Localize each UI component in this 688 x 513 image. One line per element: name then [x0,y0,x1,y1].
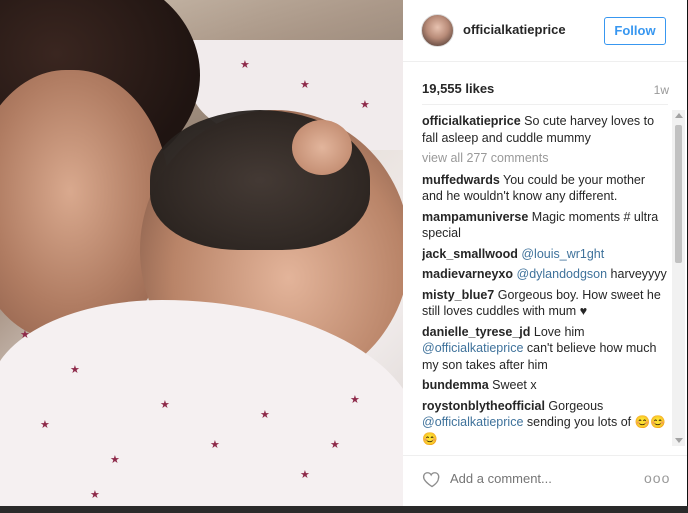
comment-username[interactable]: roystonblytheofficial [422,399,545,413]
post-modal: ★ ★ ★ ★ ★ ★ ★ ★ ★ ★ ★ ★ ★ ★ officialkati… [0,0,688,513]
comment-username[interactable]: danielle_tyrese_jd [422,325,530,339]
star-pattern: ★ [260,409,270,421]
post-meta: 19,555 likes 1w [422,81,669,97]
avatar[interactable] [421,14,454,47]
comment-footer: ooo [403,455,687,506]
post-details-panel: officialkatieprice Follow 19,555 likes 1… [403,0,687,506]
comments-scrollbar[interactable] [672,110,685,446]
comment-username[interactable]: jack_smallwood [422,247,518,261]
comment-item: danielle_tyrese_jd Love him @officialkat… [422,324,668,374]
scroll-thumb[interactable] [675,125,682,263]
comment-username[interactable]: madievarneyxo [422,267,513,281]
comment-username[interactable]: mampamuniverse [422,210,528,224]
comments-list[interactable]: officialkatieprice So cute harvey loves … [422,113,668,446]
caption-username[interactable]: officialkatieprice [422,114,521,128]
comment-item: misty_blue7 Gorgeous boy. How sweet he s… [422,287,668,320]
comment-text: Sweet x [488,378,537,392]
more-options-icon[interactable]: ooo [644,470,670,486]
post-age[interactable]: 1w [654,83,669,97]
follow-button[interactable]: Follow [604,17,666,45]
add-comment-input[interactable] [450,471,620,486]
comment-mention[interactable]: @dylandodgson [517,267,608,281]
star-pattern: ★ [300,469,310,481]
star-pattern: ★ [70,364,80,376]
star-pattern: ★ [300,79,310,91]
star-pattern: ★ [360,99,370,111]
star-pattern: ★ [110,454,120,466]
comment-username[interactable]: muffedwards [422,173,500,187]
comment-text: Love him [530,324,585,339]
comment-mention[interactable]: @officialkatieprice [422,415,523,429]
star-pattern: ★ [350,394,360,406]
post-username[interactable]: officialkatieprice [463,22,566,37]
scroll-down-arrow-icon[interactable] [675,438,683,443]
star-pattern: ★ [160,399,170,411]
comment-item: mampamuniverse Magic moments # ultra spe… [422,209,668,242]
star-pattern: ★ [90,489,100,501]
star-pattern: ★ [40,419,50,431]
likes-count[interactable]: 19,555 likes [422,81,494,96]
caption: officialkatieprice So cute harvey loves … [422,113,668,146]
comment-mention[interactable]: @officialkatieprice [422,341,523,355]
page-bottom-strip [0,506,688,513]
scroll-up-arrow-icon[interactable] [675,113,683,118]
comment-username[interactable]: misty_blue7 [422,288,494,302]
comment-item: muffedwards You could be your mother and… [422,172,668,205]
heart-icon[interactable] [422,469,442,489]
comment-item: bundemma Sweet x [422,377,668,394]
view-all-comments-link[interactable]: view all 277 comments [422,150,668,167]
comment-text: harveyyyy [607,267,667,281]
comment-text: Gorgeous [544,398,604,413]
comment-mention[interactable]: @louis_wr1ght [521,247,604,261]
comment-username[interactable]: bundemma [422,378,489,392]
comment-item: roystonblytheofficial Gorgeous @official… [422,398,668,447]
post-header: officialkatieprice Follow [403,0,687,62]
star-pattern: ★ [20,329,30,341]
comment-item: madievarneyxo @dylandodgson harveyyyy [422,266,668,283]
star-pattern: ★ [330,439,340,451]
divider [422,104,668,105]
photo-ear [292,120,352,175]
star-pattern: ★ [240,59,250,71]
star-pattern: ★ [210,439,220,451]
post-photo[interactable]: ★ ★ ★ ★ ★ ★ ★ ★ ★ ★ ★ ★ ★ ★ [0,0,403,506]
comment-item: jack_smallwood @louis_wr1ght [422,246,668,263]
